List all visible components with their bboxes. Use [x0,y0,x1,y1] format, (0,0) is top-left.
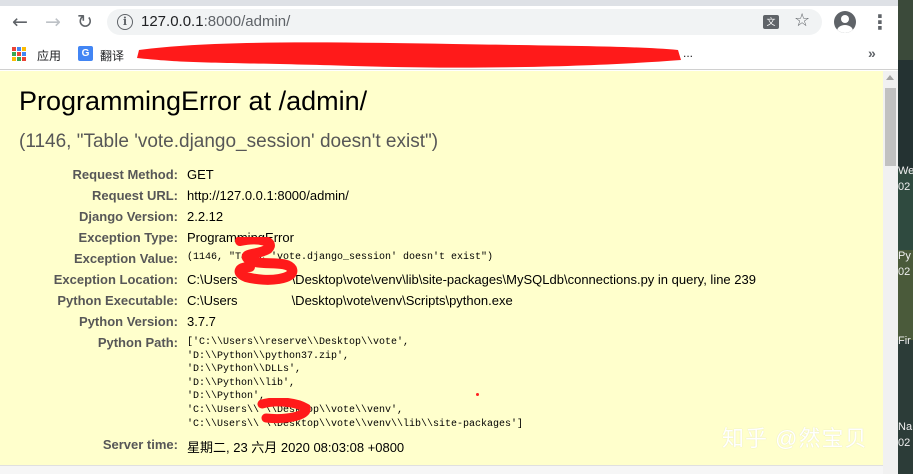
bookmark-star-icon[interactable]: ☆ [794,10,810,31]
redaction-scribble-username [234,237,298,285]
django-error-page: ProgrammingError at /admin/ (1146, "Tabl… [0,71,883,465]
python-path-line: 'D:\\Python\\DLLs', [187,364,302,376]
redaction-scribble-pythonpath [257,398,311,423]
meta-value: 2.2.12 [187,209,224,224]
python-path-line: 'D:\\Python\\python37.zip', [187,350,350,362]
translate-page-icon[interactable]: 文 [763,15,779,29]
address-url[interactable]: 127.0.0.1:8000/admin/ [141,13,290,30]
page-scrollbar[interactable] [883,71,898,474]
side-snippet: 02 [898,181,911,193]
meta-label: Django Version: [79,209,178,224]
scroll-thumb[interactable] [885,88,896,166]
scroll-up-arrow-icon[interactable] [886,75,894,80]
url-path: :8000/admin/ [203,13,291,30]
path-suffix: \Desktop\vote\venv\Scripts\python.exe [291,293,513,308]
bookmarks-more-chevron-icon[interactable]: » [868,45,876,61]
meta-label: Python Version: [79,314,178,329]
side-snippet: Py [898,250,911,262]
meta-label: Request URL: [92,188,178,203]
meta-value: 星期二, 23 六月 2020 08:03:08 +0800 [187,440,405,455]
page-title: ProgrammingError at /admin/ [19,86,368,116]
zhihu-watermark: 知乎 @然宝贝 [722,426,868,451]
side-snippet: Fir [898,335,911,347]
meta-label: Python Path: [97,335,178,350]
side-snippet: 02 [898,437,911,449]
google-translate-icon[interactable]: G [78,46,93,61]
meta-label: Request Method: [72,167,178,182]
page-bottom-strip [0,465,898,474]
python-path-list: ['C:\\Users\\reserve\\Desktop\\vote', 'D… [187,336,523,431]
side-snippet: We [898,165,913,177]
back-arrow-icon[interactable]: ← [8,10,32,34]
profile-avatar-icon[interactable] [834,11,856,33]
meta-label: Exception Value: [73,251,178,266]
side-snippet: Na [898,421,913,433]
meta-label: Server time: [102,437,178,452]
meta-value: http://127.0.0.1:8000/admin/ [187,188,349,203]
stray-red-dot [476,393,479,396]
python-path-line: 'C:\\Users\\ \\Desktop\\vote\\venv', [187,404,404,416]
reload-icon[interactable]: ↻ [73,10,97,34]
path-prefix: C:\Users [187,293,238,308]
forward-arrow-icon[interactable]: → [41,10,65,34]
python-path-line: 'D:\\Python\\lib', [187,377,296,389]
meta-value: GET [187,167,214,182]
python-path-line: 'C:\\Users\\ \\Desktop\\vote\\venv\\lib\… [187,418,524,430]
meta-value: 3.7.7 [187,314,216,329]
python-path-line: ['C:\\Users\\reserve\\Desktop\\vote', [187,337,410,348]
kebab-menu-icon[interactable]: ⋮ [870,10,890,34]
bookmark-apps[interactable]: 应用 [37,47,61,64]
side-snippet: 02 [898,266,911,278]
address-bar[interactable]: i 127.0.0.1:8000/admin/ 文 ☆ [107,9,822,35]
browser-toolbar: ← → ↻ i 127.0.0.1:8000/admin/ 文 ☆ ⋮ [0,6,898,38]
exception-summary: (1146, "Table 'vote.django_session' does… [19,131,439,152]
apps-grid-icon[interactable] [12,47,26,61]
bookmark-translate[interactable]: 翻译 [100,47,124,64]
meta-label: Exception Type: [78,230,178,245]
meta-label: Python Executable: [57,293,178,308]
python-path-line: 'D:\\Python', [187,391,266,403]
path-suffix: \Desktop\vote\venv\lib\site-packages\MyS… [291,272,756,287]
redaction-scribble-bookmarks [137,42,681,68]
url-host: 127.0.0.1 [141,13,204,30]
background-window-edge: We 02 Py 02 Fir Na 02 [898,0,913,474]
site-info-icon[interactable]: i [117,14,133,30]
meta-label: Exception Location: [53,272,178,287]
meta-value: C:\Users \Desktop\vote\venv\Scripts\pytho… [187,293,513,308]
